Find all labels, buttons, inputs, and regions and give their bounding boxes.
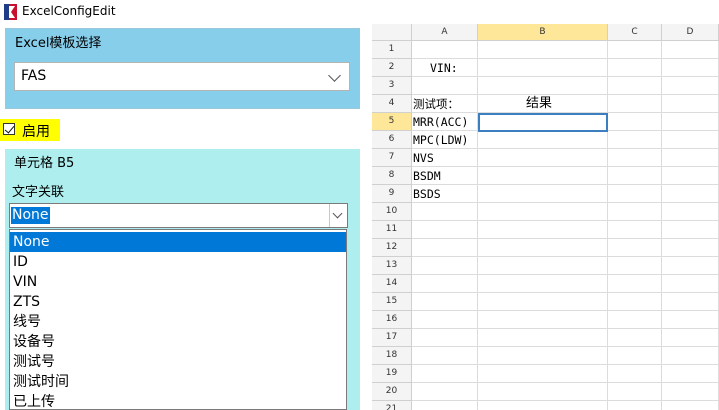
- row-header-17[interactable]: 17: [372, 329, 412, 347]
- gridline: [412, 58, 719, 59]
- gridline: [412, 328, 719, 329]
- dropdown-option[interactable]: 测试时间: [10, 372, 346, 392]
- gridline: [412, 382, 719, 383]
- enable-checkbox-row[interactable]: 启用: [0, 119, 60, 141]
- enable-label: 启用: [22, 124, 50, 140]
- dropdown-option[interactable]: 线号: [10, 312, 346, 332]
- chevron-down-icon: [332, 208, 343, 219]
- row-header-1[interactable]: 1: [372, 41, 412, 59]
- gridline: [412, 256, 719, 257]
- spreadsheet-grid[interactable]: A B C D 1 2 3 4 5 6 7 8 9 10 11 12 13 14 15 16 17 18 19 20 21 VIN…: [372, 24, 719, 410]
- chevron-down-icon: [328, 69, 341, 82]
- checkmark-icon: [4, 123, 15, 134]
- gridline: [412, 400, 719, 401]
- dropdown-option[interactable]: 测试号: [10, 352, 346, 372]
- app-icon: [4, 4, 17, 20]
- column-header-d[interactable]: D: [662, 24, 719, 41]
- text-link-dropdown-list: None ID VIN ZTS 线号 设备号 测试号 测试时间 已上传: [9, 229, 347, 410]
- row-header-11[interactable]: 11: [372, 221, 412, 239]
- window-title: ExcelConfigEdit: [22, 4, 116, 18]
- gridline: [607, 41, 608, 410]
- gridline: [412, 364, 719, 365]
- row-header-4[interactable]: 4: [372, 95, 412, 113]
- gridline: [412, 202, 719, 203]
- cell-a5[interactable]: MRR(ACC): [413, 113, 468, 131]
- dropdown-option[interactable]: ID: [10, 252, 346, 272]
- gridline: [412, 184, 719, 185]
- gridline: [412, 238, 719, 239]
- row-header-20[interactable]: 20: [372, 383, 412, 401]
- row-header-7[interactable]: 7: [372, 149, 412, 167]
- dropdown-option[interactable]: None: [10, 232, 346, 252]
- gridline: [412, 76, 719, 77]
- gridline: [477, 41, 478, 410]
- column-header-c[interactable]: C: [608, 24, 662, 41]
- gridline: [412, 166, 719, 167]
- row-header-13[interactable]: 13: [372, 257, 412, 275]
- template-select-group: Excel模板选择 FAS: [5, 28, 360, 109]
- dropdown-option[interactable]: 已上传: [10, 392, 346, 409]
- row-header-12[interactable]: 12: [372, 239, 412, 257]
- selected-cell-outline[interactable]: [478, 113, 608, 132]
- gridline: [661, 41, 662, 410]
- cell-a7[interactable]: NVS: [413, 149, 434, 167]
- text-link-combobox[interactable]: None: [9, 203, 348, 228]
- cell-a2[interactable]: VIN:: [430, 59, 458, 77]
- cell-a6[interactable]: MPC(LDW): [413, 131, 468, 149]
- row-header-21[interactable]: 21: [372, 401, 412, 410]
- combo-selected-text: None: [11, 207, 50, 224]
- row-header-14[interactable]: 14: [372, 275, 412, 293]
- row-header-8[interactable]: 8: [372, 167, 412, 185]
- row-header-16[interactable]: 16: [372, 311, 412, 329]
- cell-b4[interactable]: 结果: [526, 95, 552, 113]
- gridline: [412, 220, 719, 221]
- text-link-label: 文字关联: [12, 185, 65, 200]
- dropdown-option[interactable]: VIN: [10, 272, 346, 292]
- row-header-10[interactable]: 10: [372, 203, 412, 221]
- row-header-3[interactable]: 3: [372, 77, 412, 95]
- sheet-corner[interactable]: [372, 24, 412, 41]
- combo-dropdown-button[interactable]: [329, 204, 347, 227]
- gridline: [412, 292, 719, 293]
- row-header-15[interactable]: 15: [372, 293, 412, 311]
- template-select[interactable]: FAS: [14, 62, 350, 91]
- column-header-a[interactable]: A: [412, 24, 478, 41]
- gridline: [412, 274, 719, 275]
- gridline: [412, 310, 719, 311]
- title-bar: ExcelConfigEdit: [0, 0, 719, 24]
- cell-title: 单元格 B5: [14, 156, 75, 171]
- row-header-5[interactable]: 5: [372, 113, 412, 131]
- gridline: [412, 346, 719, 347]
- dropdown-option[interactable]: 设备号: [10, 332, 346, 352]
- cell-a9[interactable]: BSDS: [413, 185, 441, 203]
- row-header-19[interactable]: 19: [372, 365, 412, 383]
- row-header-6[interactable]: 6: [372, 131, 412, 149]
- row-header-2[interactable]: 2: [372, 59, 412, 77]
- template-select-value: FAS: [21, 68, 47, 84]
- row-header-9[interactable]: 9: [372, 185, 412, 203]
- cell-a4[interactable]: 测试项：: [413, 95, 459, 113]
- cell-a8[interactable]: BSDM: [413, 167, 441, 185]
- dropdown-option[interactable]: ZTS: [10, 292, 346, 312]
- template-group-legend: Excel模板选择: [15, 36, 102, 51]
- enable-checkbox[interactable]: [3, 123, 15, 135]
- column-header-b[interactable]: B: [478, 24, 608, 41]
- row-header-18[interactable]: 18: [372, 347, 412, 365]
